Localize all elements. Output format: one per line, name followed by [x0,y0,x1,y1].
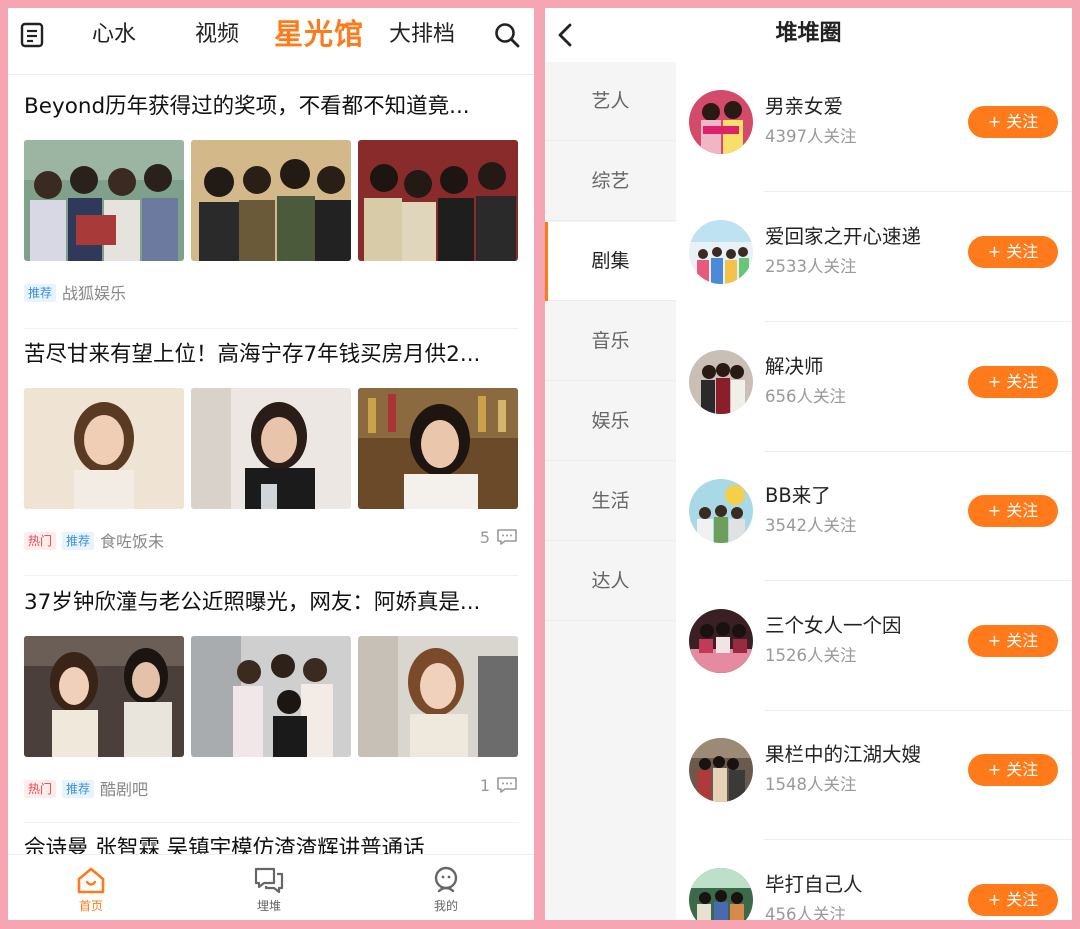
tab-video[interactable]: 视频 [195,20,239,50]
comment-count-value: 5 [479,528,490,547]
search-icon[interactable] [494,22,520,48]
category-variety[interactable]: 综艺 [545,142,676,221]
circle-name[interactable]: BB来了 [765,483,831,509]
page-title: 堆堆圈 [775,21,842,46]
article-meta: 热门 推荐 食咗饭未 5 [24,528,518,554]
circle-avatar[interactable] [689,90,753,154]
comment-count-value: 1 [479,776,490,795]
circle-name[interactable]: 三个女人一个因 [765,613,902,639]
hot-tag: 热门 [24,780,57,798]
circle-followers: 1526人关注 [765,646,857,665]
circle-item[interactable]: 果栏中的江湖大嫂 1548人关注 + 关注 [676,710,1072,840]
page-header: 堆堆圈 [545,8,1072,62]
home-icon [77,867,105,894]
article-source: 酷剧吧 [100,780,149,799]
article-thumbnail[interactable] [24,140,184,261]
nav-maidui[interactable]: 埋堆 [229,865,309,914]
article-thumbnail[interactable] [24,636,184,757]
chat-icon [254,867,284,894]
article-thumbnail[interactable] [191,636,351,757]
comment-icon [497,529,517,545]
recommend-tag: 推荐 [62,780,95,798]
category-entertainment[interactable]: 娱乐 [545,382,676,461]
circle-item[interactable]: 毕打自己人 456人关注 + 关注 [676,840,1072,920]
article-thumbnail[interactable] [191,140,351,261]
circles-panel: 堆堆圈 艺人 综艺 剧集 音乐 娱乐 生活 达人 男亲女爱 4397人关注 + … [545,8,1072,920]
circle-avatar[interactable] [689,220,753,284]
article-divider [24,328,518,329]
tab-xingguangguan[interactable]: 星光馆 [274,15,364,53]
article-thumbnail[interactable] [191,388,351,509]
circle-item[interactable]: 三个女人一个因 1526人关注 + 关注 [676,581,1072,711]
circle-avatar[interactable] [689,479,753,543]
category-drama[interactable]: 剧集 [545,222,676,301]
circle-followers: 656人关注 [765,387,846,406]
circle-name[interactable]: 毕打自己人 [765,872,863,898]
circle-followers: 456人关注 [765,905,846,920]
circle-name[interactable]: 解决师 [765,354,824,380]
category-influencer[interactable]: 达人 [545,542,676,621]
nav-profile[interactable]: 我的 [406,865,486,914]
circle-name[interactable]: 爱回家之开心速递 [765,224,921,250]
profile-icon [434,866,458,893]
recommend-tag: 推荐 [24,284,57,302]
comment-icon [497,777,517,793]
hot-tag: 热门 [24,532,57,550]
category-life[interactable]: 生活 [545,462,676,541]
circle-followers: 2533人关注 [765,257,857,276]
circle-followers: 4397人关注 [765,127,857,146]
circle-item[interactable]: 爱回家之开心速递 2533人关注 + 关注 [676,192,1072,322]
circle-followers: 1548人关注 [765,775,857,794]
comment-count[interactable]: 1 [480,776,518,795]
category-music[interactable]: 音乐 [545,302,676,381]
circle-avatar[interactable] [689,350,753,414]
circle-avatar[interactable] [689,609,753,673]
follow-button[interactable]: + 关注 [968,106,1058,138]
circle-item[interactable]: 男亲女爱 4397人关注 + 关注 [676,62,1072,192]
article-divider [24,822,518,823]
nav-home-label: 首页 [78,899,103,913]
article-thumbnail[interactable] [358,388,518,509]
nav-home[interactable]: 首页 [51,865,131,914]
article-title[interactable]: 37岁钟欣潼与老公近照曝光，网友：阿娇真是... [24,588,518,618]
article-meta: 热门 推荐 酷剧吧 1 [24,776,518,802]
article-source: 食咗饭未 [100,532,165,551]
follow-button[interactable]: + 关注 [968,625,1058,657]
article-title[interactable]: Beyond历年获得过的奖项，不看都不知道竟... [24,92,518,122]
nav-divider [8,74,534,75]
news-feed-panel: 心水 视频 星光馆 大排档 Beyond历年获得过的奖项，不看都不知道竟... … [8,8,534,920]
circle-followers: 3542人关注 [765,516,857,535]
follow-button[interactable]: + 关注 [968,495,1058,527]
bottom-navigation: 首页 埋堆 我的 [8,854,534,920]
article-meta: 推荐 战狐娱乐 [24,280,518,306]
article-source: 战狐娱乐 [62,284,127,303]
circle-item[interactable]: 解决师 656人关注 + 关注 [676,322,1072,452]
circle-avatar[interactable] [689,868,753,920]
circle-avatar[interactable] [689,738,753,802]
article-thumbnail[interactable] [24,388,184,509]
follow-button[interactable]: + 关注 [968,366,1058,398]
circle-name[interactable]: 男亲女爱 [765,94,843,120]
tab-xinshui[interactable]: 心水 [92,20,136,50]
circle-name[interactable]: 果栏中的江湖大嫂 [765,742,921,768]
follow-button[interactable]: + 关注 [968,236,1058,268]
follow-button[interactable]: + 关注 [968,884,1058,916]
tab-dapaidang[interactable]: 大排档 [389,20,455,50]
circle-item[interactable]: BB来了 3542人关注 + 关注 [676,451,1072,581]
recommend-tag: 推荐 [62,532,95,550]
top-navigation: 心水 视频 星光馆 大排档 [8,8,534,64]
comment-count[interactable]: 5 [480,528,518,547]
article-thumbnail[interactable] [358,636,518,757]
nav-maidui-label: 埋堆 [256,899,281,913]
follow-button[interactable]: + 关注 [968,754,1058,786]
article-divider [24,575,518,576]
menu-icon[interactable] [20,22,44,48]
category-sidebar: 艺人 综艺 剧集 音乐 娱乐 生活 达人 [545,62,676,920]
article-title[interactable]: 苦尽甘来有望上位！高海宁存7年钱买房月供2... [24,340,518,370]
article-thumbnail[interactable] [358,140,518,261]
nav-profile-label: 我的 [433,899,458,913]
category-artist[interactable]: 艺人 [545,62,676,141]
